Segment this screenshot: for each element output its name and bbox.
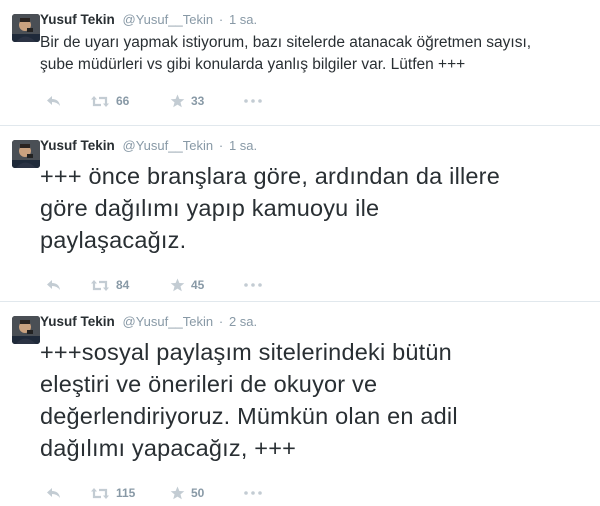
more-button[interactable] — [244, 491, 274, 495]
retweet-icon — [91, 279, 109, 291]
avatar[interactable] — [12, 316, 40, 344]
more-button[interactable] — [244, 99, 274, 103]
reply-icon — [47, 488, 60, 498]
more-button[interactable] — [244, 283, 274, 287]
star-icon — [170, 486, 185, 500]
star-icon — [170, 278, 185, 292]
reply-icon — [47, 280, 60, 290]
avatar[interactable] — [12, 140, 40, 168]
tweet-actions: 115 50 — [40, 478, 588, 506]
tweet[interactable]: Yusuf Tekin @Yusuf__Tekin · 1 sa. +++ ön… — [0, 126, 600, 302]
tweet-username[interactable]: @Yusuf__Tekin — [123, 314, 214, 329]
more-dots-icon — [244, 283, 262, 287]
favorite-button[interactable]: 33 — [170, 94, 244, 108]
reply-icon — [47, 96, 60, 106]
tweet-header: Yusuf Tekin @Yusuf__Tekin · 1 sa. — [40, 136, 588, 156]
tweet[interactable]: Yusuf Tekin @Yusuf__Tekin · 2 sa. +++sos… — [0, 302, 600, 506]
retweet-count: 84 — [116, 278, 130, 292]
retweet-icon — [91, 95, 109, 107]
tweet-actions: 66 33 — [40, 86, 588, 116]
retweet-button[interactable]: 66 — [90, 94, 170, 108]
tweet-separator: · — [218, 138, 224, 153]
favorite-count: 33 — [191, 94, 205, 108]
reply-button[interactable] — [40, 95, 90, 107]
reply-button[interactable] — [40, 279, 90, 291]
favorite-count: 50 — [191, 486, 205, 500]
tweet-fullname[interactable]: Yusuf Tekin — [40, 314, 115, 329]
tweet-text: +++ önce branşlara göre, ardından da ill… — [40, 163, 500, 253]
tweet-timestamp[interactable]: 1 sa. — [229, 138, 257, 153]
retweet-button[interactable]: 115 — [90, 486, 170, 500]
tweet-text: Bir de uyarı yapmak istiyorum, bazı site… — [40, 34, 532, 73]
avatar-photo-icon — [12, 14, 40, 42]
favorite-button[interactable]: 50 — [170, 486, 244, 500]
retweet-button[interactable]: 84 — [90, 278, 170, 292]
tweet-fullname[interactable]: Yusuf Tekin — [40, 12, 115, 27]
tweet[interactable]: Yusuf Tekin @Yusuf__Tekin · 1 sa. Bir de… — [0, 0, 600, 126]
tweet-header: Yusuf Tekin @Yusuf__Tekin · 1 sa. — [40, 10, 588, 30]
tweet-actions: 84 45 — [40, 270, 588, 300]
reply-button[interactable] — [40, 487, 90, 499]
more-dots-icon — [244, 491, 262, 495]
tweet-fullname[interactable]: Yusuf Tekin — [40, 138, 115, 153]
tweet-timestamp[interactable]: 2 sa. — [229, 314, 257, 329]
favorite-button[interactable]: 45 — [170, 278, 244, 292]
tweet-username[interactable]: @Yusuf__Tekin — [123, 12, 214, 27]
avatar-photo-icon — [12, 316, 40, 344]
star-icon — [170, 94, 185, 108]
tweet-text: +++sosyal paylaşım sitelerindeki bütün e… — [40, 339, 458, 461]
retweet-icon — [91, 487, 109, 499]
tweet-timestamp[interactable]: 1 sa. — [229, 12, 257, 27]
tweet-feed: Yusuf Tekin @Yusuf__Tekin · 1 sa. Bir de… — [0, 0, 600, 506]
avatar[interactable] — [12, 14, 40, 42]
retweet-count: 66 — [116, 94, 130, 108]
tweet-username[interactable]: @Yusuf__Tekin — [123, 138, 214, 153]
avatar-photo-icon — [12, 140, 40, 168]
tweet-separator: · — [218, 12, 224, 27]
favorite-count: 45 — [191, 278, 205, 292]
tweet-separator: · — [218, 314, 224, 329]
more-dots-icon — [244, 99, 262, 103]
tweet-header: Yusuf Tekin @Yusuf__Tekin · 2 sa. — [40, 312, 588, 332]
retweet-count: 115 — [116, 486, 136, 500]
